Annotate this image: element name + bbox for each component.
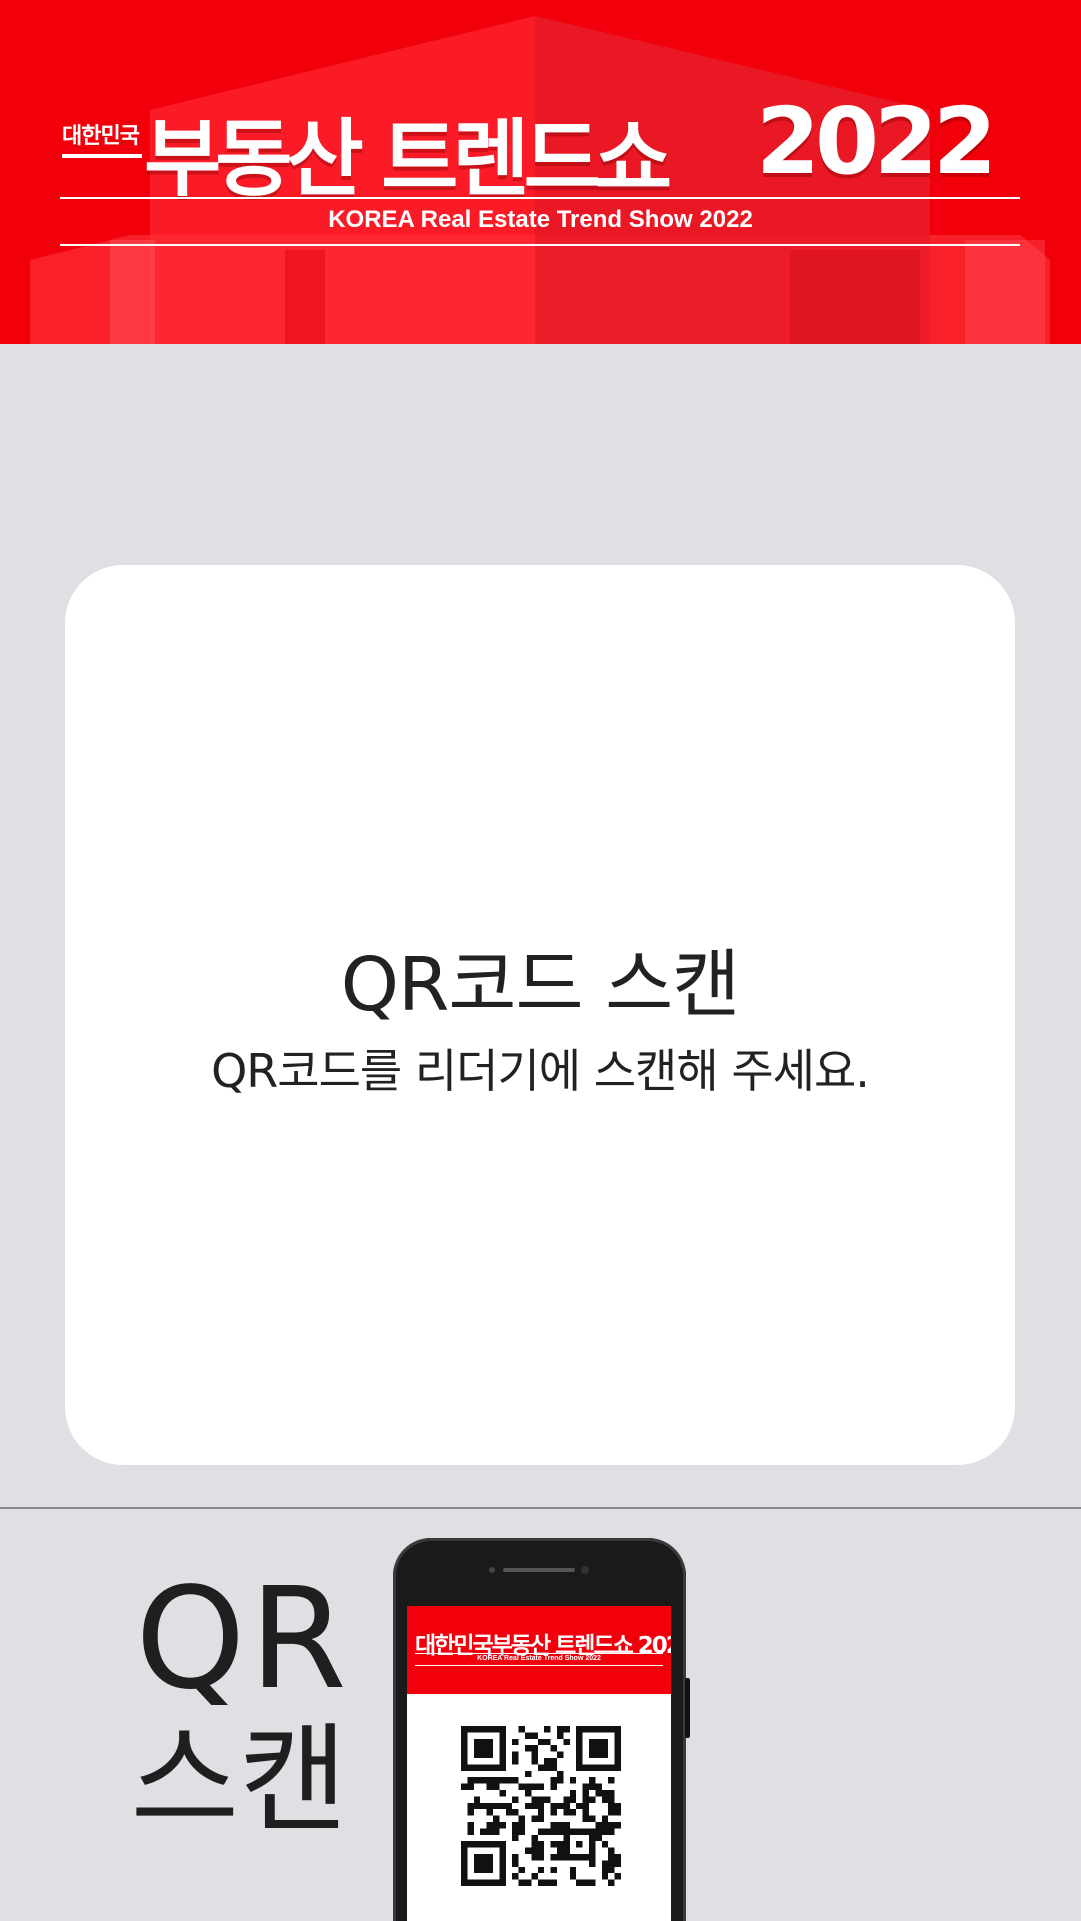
qr-code-icon [461,1726,621,1886]
banner-title: 부동산 트렌드쇼 [144,110,672,208]
qr-label-line1: QR [135,1558,351,1721]
kiosk-screen: 대한민국 부동산 트렌드쇼 2022 KOREA Real Estate Tre… [0,0,1081,1921]
banner-title-row: 대한민국 부동산 트렌드쇼 2022 [62,88,1022,208]
banner-country-label: 대한민국 [62,124,140,149]
phone-screen: 대한민국부동산 트렌드쇼 2022 KOREA Real Estate Tren… [407,1606,671,1921]
phone-speaker [503,1568,575,1572]
phone-mini-english: KOREA Real Estate Trend Show 2022 [477,1655,601,1662]
banner-english-title: KOREA Real Estate Trend Show 2022 [328,206,753,233]
card-title: QR코드 스캔 [340,942,741,1028]
phone-sensor [489,1567,495,1573]
phone-mini-banner: 대한민국부동산 트렌드쇼 2022 KOREA Real Estate Tren… [407,1606,671,1694]
header-banner: 대한민국 부동산 트렌드쇼 2022 KOREA Real Estate Tre… [0,0,1081,344]
banner-rule-top [60,197,1020,199]
banner-accent-line [62,154,142,158]
section-divider [0,1507,1081,1509]
banner-rule-bottom [60,244,1020,246]
phone-camera-icon [581,1566,589,1574]
phone-side-button [685,1678,690,1738]
qr-label-line2: 스캔 [130,1711,348,1849]
phone-mini-rule-top [415,1653,663,1654]
banner-year: 2022 [756,88,997,195]
phone-mini-rule-bottom [415,1665,663,1666]
phone-illustration: 대한민국부동산 트렌드쇼 2022 KOREA Real Estate Tren… [393,1538,690,1921]
qr-scan-label: QR 스캔 [128,1570,358,1850]
scan-instruction-card: QR코드 스캔 QR코드를 리더기에 스캔해 주세요. [65,565,1015,1465]
card-subtitle: QR코드를 리더기에 스캔해 주세요. [211,1044,870,1098]
